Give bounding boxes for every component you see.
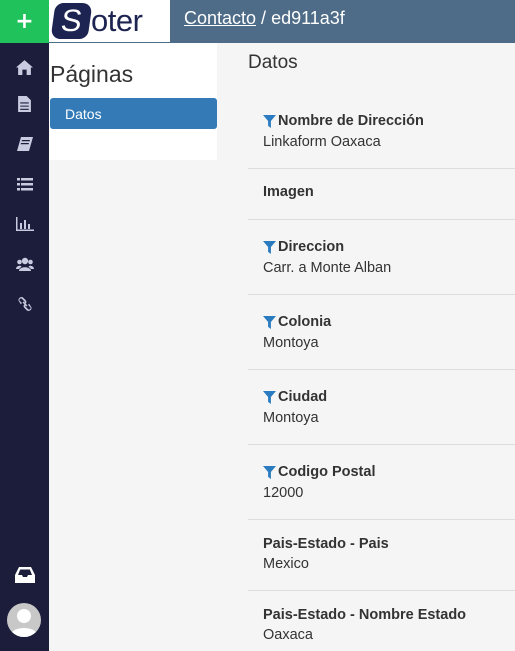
- field-value: Montoya: [263, 335, 319, 351]
- field-value: Mexico: [263, 556, 309, 572]
- field-value: Oaxaca: [263, 627, 313, 643]
- filter-icon[interactable]: [263, 390, 276, 404]
- field-colonia: Colonia Montoya: [248, 295, 515, 370]
- left-rail: +: [0, 0, 49, 651]
- breadcrumb-separator: /: [256, 8, 272, 28]
- field-direccion: Direccion Carr. a Monte Alban: [248, 220, 515, 295]
- field-pais: Pais-Estado - Pais Mexico: [248, 520, 515, 591]
- field-value: Montoya: [263, 410, 319, 426]
- document-icon[interactable]: [0, 89, 49, 119]
- field-label-pais: Pais-Estado - Pais: [263, 536, 389, 552]
- logo-text: oter: [91, 3, 143, 38]
- field-label-colonia: Colonia: [263, 314, 331, 330]
- field-codigo-postal: Codigo Postal 12000: [248, 445, 515, 520]
- field-label-text: Colonia: [278, 314, 332, 330]
- filter-icon[interactable]: [263, 240, 276, 254]
- field-label-nombre: Nombre de Dirección: [263, 113, 424, 129]
- field-label-direccion: Direccion: [263, 239, 344, 255]
- field-label-text: Imagen: [263, 184, 314, 200]
- pages-title: Páginas: [50, 61, 134, 87]
- top-header: S oter Contacto / ed911a3f: [49, 0, 515, 43]
- book-icon[interactable]: [0, 129, 49, 159]
- page-item-datos[interactable]: Datos: [50, 98, 217, 129]
- field-label-text: Pais-Estado - Pais: [263, 536, 389, 552]
- filter-icon[interactable]: [263, 114, 276, 128]
- field-label-codigo-postal: Codigo Postal: [263, 464, 375, 480]
- home-icon[interactable]: [0, 52, 49, 82]
- add-button[interactable]: +: [0, 0, 49, 43]
- bar-chart-icon[interactable]: [0, 209, 49, 239]
- field-label-imagen: Imagen: [263, 184, 314, 200]
- field-label-text: Direccion: [278, 239, 345, 255]
- user-avatar[interactable]: [7, 603, 41, 637]
- breadcrumb-current: ed911a3f: [271, 8, 345, 28]
- link-icon[interactable]: [0, 289, 49, 319]
- field-value: Carr. a Monte Alban: [263, 260, 392, 276]
- logo-mark: S: [50, 3, 93, 39]
- field-value: 12000: [263, 485, 304, 501]
- field-label-text: Ciudad: [278, 389, 328, 405]
- breadcrumb: Contacto / ed911a3f: [184, 8, 345, 29]
- field-label-nombre-estado: Pais-Estado - Nombre Estado: [263, 607, 466, 623]
- list-icon[interactable]: [0, 169, 49, 199]
- inbox-icon[interactable]: [0, 560, 49, 590]
- field-nombre-de-direccion: Nombre de Dirección Linkaform Oaxaca: [248, 100, 515, 169]
- field-label-text: Codigo Postal: [278, 464, 376, 480]
- breadcrumb-link-contacto[interactable]: Contacto: [184, 8, 256, 28]
- field-nombre-estado: Pais-Estado - Nombre Estado Oaxaca: [248, 591, 515, 651]
- section-title: Datos: [248, 52, 298, 73]
- soter-logo[interactable]: S oter: [49, 0, 170, 42]
- field-ciudad: Ciudad Montoya: [248, 370, 515, 445]
- field-value: Linkaform Oaxaca: [263, 134, 381, 150]
- field-label-text: Pais-Estado - Nombre Estado: [263, 607, 467, 623]
- field-imagen: Imagen: [248, 169, 515, 220]
- filter-icon[interactable]: [263, 315, 276, 329]
- field-label-ciudad: Ciudad: [263, 389, 327, 405]
- field-label-text: Nombre de Dirección: [278, 113, 424, 129]
- users-icon[interactable]: [0, 249, 49, 279]
- pages-panel: Páginas Datos: [49, 43, 217, 160]
- filter-icon[interactable]: [263, 465, 276, 479]
